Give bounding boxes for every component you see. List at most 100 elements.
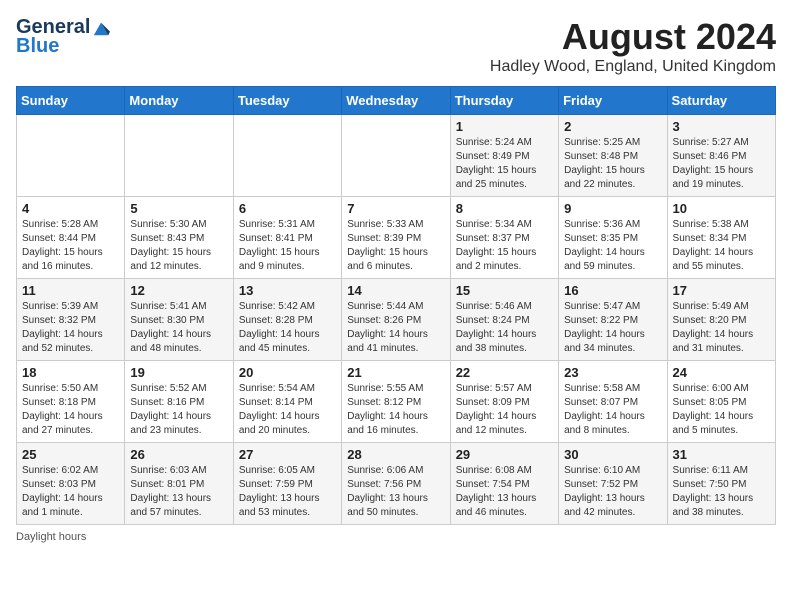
day-number: 4 xyxy=(22,201,119,216)
calendar-cell: 6Sunrise: 5:31 AM Sunset: 8:41 PM Daylig… xyxy=(233,197,341,279)
day-info: Sunrise: 5:27 AM Sunset: 8:46 PM Dayligh… xyxy=(673,136,770,192)
day-info: Sunrise: 5:24 AM Sunset: 8:49 PM Dayligh… xyxy=(456,136,553,192)
day-info: Sunrise: 5:25 AM Sunset: 8:48 PM Dayligh… xyxy=(564,136,661,192)
day-info: Sunrise: 5:34 AM Sunset: 8:37 PM Dayligh… xyxy=(456,218,553,274)
calendar-cell: 1 Sunrise: 5:24 AM Sunset: 8:49 PM Daylig… xyxy=(450,115,558,197)
calendar-cell: 13 Sunrise: 5:42 AM Sunset: 8:28 PM Dayli… xyxy=(233,279,341,361)
day-number: 24 xyxy=(673,365,770,380)
day-number: 12 xyxy=(130,283,227,298)
calendar-cell: 21 Sunrise: 5:55 AM Sunset: 8:12 PM Dayli… xyxy=(342,361,450,443)
day-number: 29 xyxy=(456,447,553,462)
footer-note: Daylight hours xyxy=(16,531,776,543)
day-header-tuesday: Tuesday xyxy=(233,87,341,115)
calendar-table: SundayMondayTuesdayWednesdayThursdayFrid… xyxy=(16,86,776,525)
day-header-friday: Friday xyxy=(559,87,667,115)
day-header-saturday: Saturday xyxy=(667,87,775,115)
calendar-cell: 5 Sunrise: 5:30 AM Sunset: 8:43 PM Daylig… xyxy=(125,197,233,279)
day-number: 7 xyxy=(347,201,444,216)
day-number: 20 xyxy=(239,365,336,380)
calendar-body: 1 Sunrise: 5:24 AM Sunset: 8:49 PM Daylig… xyxy=(17,115,776,525)
calendar-week-3: 11 Sunrise: 5:39 AM Sunset: 8:32 PM Dayli… xyxy=(17,279,776,361)
logo-icon xyxy=(92,19,110,37)
calendar-cell: 9Sunrise: 5:36 AM Sunset: 8:35 PM Daylig… xyxy=(559,197,667,279)
title-area: August 2024 Hadley Wood, England, United… xyxy=(490,16,776,76)
day-number: 11 xyxy=(22,283,119,298)
calendar-week-4: 18 Sunrise: 5:50 AM Sunset: 8:18 PM Dayli… xyxy=(17,361,776,443)
logo: General Blue xyxy=(16,16,110,58)
day-header-thursday: Thursday xyxy=(450,87,558,115)
day-info: Sunrise: 5:58 AM Sunset: 8:07 PM Dayligh… xyxy=(564,382,661,438)
calendar-cell: 11 Sunrise: 5:39 AM Sunset: 8:32 PM Dayli… xyxy=(17,279,125,361)
calendar-cell: 29 Sunrise: 6:08 AM Sunset: 7:54 PM Dayli… xyxy=(450,443,558,525)
calendar-cell: 15Sunrise: 5:46 AM Sunset: 8:24 PM Dayli… xyxy=(450,279,558,361)
day-info: Sunrise: 6:08 AM Sunset: 7:54 PM Dayligh… xyxy=(456,464,553,520)
day-number: 3 xyxy=(673,119,770,134)
day-info: Sunrise: 5:28 AM Sunset: 8:44 PM Dayligh… xyxy=(22,218,119,274)
day-info: Sunrise: 6:06 AM Sunset: 7:56 PM Dayligh… xyxy=(347,464,444,520)
calendar-cell: 10 Sunrise: 5:38 AM Sunset: 8:34 PM Dayli… xyxy=(667,197,775,279)
calendar-cell xyxy=(17,115,125,197)
calendar-cell: 14 Sunrise: 5:44 AM Sunset: 8:26 PM Dayli… xyxy=(342,279,450,361)
day-number: 22 xyxy=(456,365,553,380)
calendar-cell: 4 Sunrise: 5:28 AM Sunset: 8:44 PM Daylig… xyxy=(17,197,125,279)
day-info: Sunrise: 6:03 AM Sunset: 8:01 PM Dayligh… xyxy=(130,464,227,520)
day-number: 30 xyxy=(564,447,661,462)
calendar-cell xyxy=(125,115,233,197)
logo-blue-text: Blue xyxy=(16,35,59,58)
calendar-cell: 3 Sunrise: 5:27 AM Sunset: 8:46 PM Daylig… xyxy=(667,115,775,197)
calendar-cell: 19 Sunrise: 5:52 AM Sunset: 8:16 PM Dayli… xyxy=(125,361,233,443)
day-info: Sunrise: 5:33 AM Sunset: 8:39 PM Dayligh… xyxy=(347,218,444,274)
day-info: Sunrise: 6:05 AM Sunset: 7:59 PM Dayligh… xyxy=(239,464,336,520)
day-number: 6 xyxy=(239,201,336,216)
calendar-cell: 17 Sunrise: 5:49 AM Sunset: 8:20 PM Dayli… xyxy=(667,279,775,361)
calendar-header-row: SundayMondayTuesdayWednesdayThursdayFrid… xyxy=(17,87,776,115)
day-number: 14 xyxy=(347,283,444,298)
day-info: Sunrise: 5:42 AM Sunset: 8:28 PM Dayligh… xyxy=(239,300,336,356)
day-number: 21 xyxy=(347,365,444,380)
day-info: Sunrise: 5:30 AM Sunset: 8:43 PM Dayligh… xyxy=(130,218,227,274)
header: General Blue August 2024 Hadley Wood, En… xyxy=(16,16,776,76)
day-info: Sunrise: 5:47 AM Sunset: 8:22 PM Dayligh… xyxy=(564,300,661,356)
day-number: 10 xyxy=(673,201,770,216)
calendar-cell: 24Sunrise: 6:00 AM Sunset: 8:05 PM Dayli… xyxy=(667,361,775,443)
calendar-week-1: 1 Sunrise: 5:24 AM Sunset: 8:49 PM Daylig… xyxy=(17,115,776,197)
day-number: 23 xyxy=(564,365,661,380)
calendar-week-5: 25 Sunrise: 6:02 AM Sunset: 8:03 PM Dayli… xyxy=(17,443,776,525)
day-info: Sunrise: 6:02 AM Sunset: 8:03 PM Dayligh… xyxy=(22,464,119,520)
day-info: Sunrise: 6:11 AM Sunset: 7:50 PM Dayligh… xyxy=(673,464,770,520)
calendar-cell: 26Sunrise: 6:03 AM Sunset: 8:01 PM Dayli… xyxy=(125,443,233,525)
day-number: 17 xyxy=(673,283,770,298)
calendar-cell: 2 Sunrise: 5:25 AM Sunset: 8:48 PM Daylig… xyxy=(559,115,667,197)
month-title: August 2024 xyxy=(490,16,776,58)
day-number: 5 xyxy=(130,201,227,216)
day-info: Sunrise: 5:57 AM Sunset: 8:09 PM Dayligh… xyxy=(456,382,553,438)
day-number: 25 xyxy=(22,447,119,462)
day-info: Sunrise: 5:36 AM Sunset: 8:35 PM Dayligh… xyxy=(564,218,661,274)
day-number: 1 xyxy=(456,119,553,134)
calendar-cell: 7 Sunrise: 5:33 AM Sunset: 8:39 PM Daylig… xyxy=(342,197,450,279)
day-number: 18 xyxy=(22,365,119,380)
day-info: Sunrise: 5:49 AM Sunset: 8:20 PM Dayligh… xyxy=(673,300,770,356)
day-info: Sunrise: 5:50 AM Sunset: 8:18 PM Dayligh… xyxy=(22,382,119,438)
day-number: 15 xyxy=(456,283,553,298)
day-info: Sunrise: 5:55 AM Sunset: 8:12 PM Dayligh… xyxy=(347,382,444,438)
calendar-cell xyxy=(233,115,341,197)
calendar-cell: 8 Sunrise: 5:34 AM Sunset: 8:37 PM Daylig… xyxy=(450,197,558,279)
day-number: 27 xyxy=(239,447,336,462)
day-number: 16 xyxy=(564,283,661,298)
day-info: Sunrise: 5:38 AM Sunset: 8:34 PM Dayligh… xyxy=(673,218,770,274)
day-header-monday: Monday xyxy=(125,87,233,115)
day-number: 19 xyxy=(130,365,227,380)
day-info: Sunrise: 5:44 AM Sunset: 8:26 PM Dayligh… xyxy=(347,300,444,356)
calendar-cell: 27 Sunrise: 6:05 AM Sunset: 7:59 PM Dayli… xyxy=(233,443,341,525)
calendar-cell: 28Sunrise: 6:06 AM Sunset: 7:56 PM Dayli… xyxy=(342,443,450,525)
calendar-cell: 31 Sunrise: 6:11 AM Sunset: 7:50 PM Dayli… xyxy=(667,443,775,525)
day-number: 8 xyxy=(456,201,553,216)
day-info: Sunrise: 5:52 AM Sunset: 8:16 PM Dayligh… xyxy=(130,382,227,438)
day-info: Sunrise: 5:41 AM Sunset: 8:30 PM Dayligh… xyxy=(130,300,227,356)
day-number: 31 xyxy=(673,447,770,462)
day-info: Sunrise: 6:10 AM Sunset: 7:52 PM Dayligh… xyxy=(564,464,661,520)
day-info: Sunrise: 5:39 AM Sunset: 8:32 PM Dayligh… xyxy=(22,300,119,356)
day-number: 2 xyxy=(564,119,661,134)
day-number: 13 xyxy=(239,283,336,298)
